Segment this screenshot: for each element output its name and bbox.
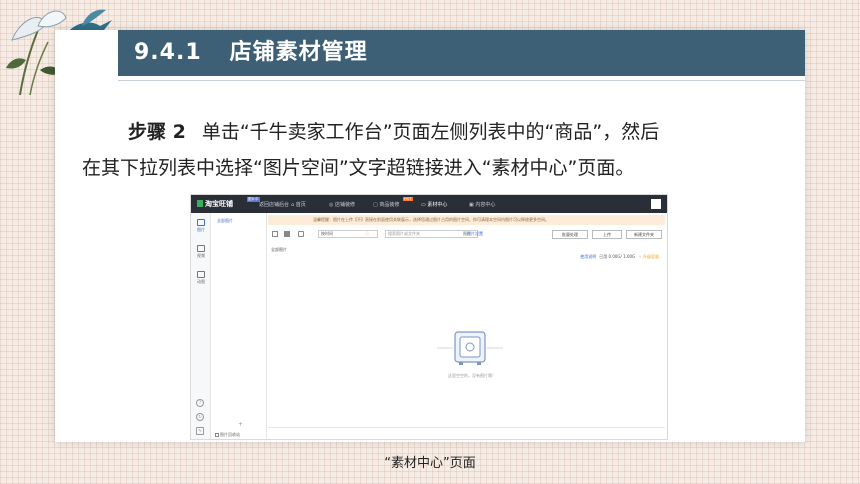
search-input[interactable]: 搜索图片或文件夹 图片	[385, 230, 478, 238]
empty-state-text: 这里空空的，没有图片哦！	[448, 373, 496, 378]
new-folder-button[interactable]: 新建文件夹	[626, 230, 662, 239]
paragraph-text-1: 单击“千牛卖家工作台”页面左侧列表中的“商品”，然后	[201, 121, 660, 143]
video-icon	[197, 245, 205, 252]
edit-icon[interactable]: ✎	[196, 427, 204, 435]
nav-material-center-label: 素材中心	[427, 202, 448, 208]
taobao-wangpu-logo[interactable]: 淘宝旺铺	[197, 199, 233, 209]
figure-caption: “素材中心”页面	[384, 456, 476, 471]
nav-content-center[interactable]: ▣ 内容中心	[469, 201, 495, 208]
nav-home[interactable]: ⌂ 首页	[291, 201, 306, 208]
nav-store-decoration[interactable]: ◎ 店铺装修	[329, 201, 355, 208]
info-icon: ⓘ	[365, 231, 369, 236]
notice-banner: 温馨提醒：图片在上传【不】直接在前面使用关联展示，选择您通过图片占用的图片空间，…	[268, 215, 665, 225]
storage-usage: 使用说明 已用 0.00G/ 1.00G ☆ 升级容量	[580, 254, 659, 260]
image-settings-link[interactable]: 图片设置	[467, 231, 483, 237]
user-avatar[interactable]	[651, 199, 661, 209]
title-divider	[118, 80, 805, 81]
upgrade-label: 升级容量	[643, 254, 659, 259]
nav-product-decoration[interactable]: ▢ 商品装修	[373, 201, 399, 208]
nav-content-center-label: 内容中心	[475, 202, 496, 208]
upgrade-capacity-link[interactable]: ☆ 升级容量	[638, 254, 659, 259]
image-icon	[197, 219, 205, 226]
sort-icon[interactable]	[298, 231, 304, 237]
refresh-icon[interactable]: ↻	[196, 413, 204, 421]
section-title: 9.4.1 店铺素材管理	[134, 38, 368, 68]
section-number: 9.4.1	[134, 40, 202, 65]
sort-select-value: 按时间	[321, 231, 333, 236]
nav-home-label: 首页	[295, 202, 306, 208]
content-bottom-divider	[268, 427, 665, 428]
step-label: 步骤 2	[128, 121, 186, 143]
material-center-screenshot: 淘宝旺铺 图片中 返回店铺后台 ⌂ 首页 ◎ 店铺装修 ▢ 商品装修 HOT ▭…	[190, 194, 668, 440]
trash-icon	[215, 433, 219, 437]
gif-icon	[197, 271, 205, 278]
folder-panel: 全部图片 + 图片回收站	[212, 213, 267, 439]
section-title-text: 店铺素材管理	[229, 40, 368, 65]
sort-select[interactable]: 按时间 ⓘ	[318, 230, 378, 238]
list-view-icon[interactable]	[284, 231, 290, 237]
sidebar-item-gif[interactable]: 动图	[194, 271, 208, 285]
recycle-bin-link[interactable]: 图片回收站	[215, 432, 240, 438]
usage-guide-link[interactable]: 使用说明	[580, 254, 596, 259]
nav-store-decoration-label: 店铺装修	[334, 202, 355, 208]
media-type-sidebar: 图片 视频 动图 ? ↻ ✎	[191, 213, 211, 439]
upload-button[interactable]: 上传	[592, 230, 622, 239]
nav-material-center[interactable]: ▭ 素材中心	[421, 201, 447, 208]
batch-button[interactable]: 批量处理	[552, 230, 588, 239]
logo-text: 淘宝旺铺	[205, 200, 233, 208]
sidebar-item-gif-label: 动图	[197, 279, 205, 284]
top-navigation-bar: 淘宝旺铺 图片中 返回店铺后台 ⌂ 首页 ◎ 店铺装修 ▢ 商品装修 HOT ▭…	[191, 195, 667, 213]
sidebar-item-image[interactable]: 图片	[194, 219, 208, 233]
toolbar: 按时间 ⓘ 搜索图片或文件夹 图片 图片设置 批量处理 上传 新建文件夹	[268, 228, 665, 241]
empty-safe-icon	[437, 331, 503, 365]
sidebar-item-video-label: 视频	[197, 253, 205, 258]
nav-back-to-store-admin[interactable]: 返回店铺后台	[259, 201, 289, 208]
logo-icon	[197, 200, 203, 207]
instruction-paragraph: 步骤 2 单击“千牛卖家工作台”页面左侧列表中的“商品”，然后 在其下拉列表中选择…	[82, 114, 782, 186]
usage-text: 已用 0.00G/ 1.00G	[599, 254, 636, 259]
add-folder-button[interactable]: +	[238, 421, 243, 428]
help-icon[interactable]: ?	[196, 399, 204, 407]
recycle-bin-label: 图片回收站	[220, 432, 240, 437]
hot-badge: HOT	[403, 197, 413, 201]
logo-badge: 图片中	[247, 197, 260, 202]
breadcrumb: 全部图片	[271, 247, 287, 252]
search-placeholder: 搜索图片或文件夹	[388, 231, 420, 236]
sidebar-item-video[interactable]: 视频	[194, 245, 208, 259]
paragraph-line-2: 在其下拉列表中选择“图片空间”文字超链接进入“素材中心”页面。	[82, 157, 635, 179]
folder-all-images[interactable]: 全部图片	[217, 218, 233, 224]
sidebar-item-image-label: 图片	[197, 227, 205, 232]
nav-product-decoration-label: 商品装修	[379, 202, 400, 208]
paragraph-line-1: 步骤 2 单击“千牛卖家工作台”页面左侧列表中的“商品”，然后	[82, 114, 782, 150]
grid-view-icon[interactable]	[272, 231, 278, 237]
